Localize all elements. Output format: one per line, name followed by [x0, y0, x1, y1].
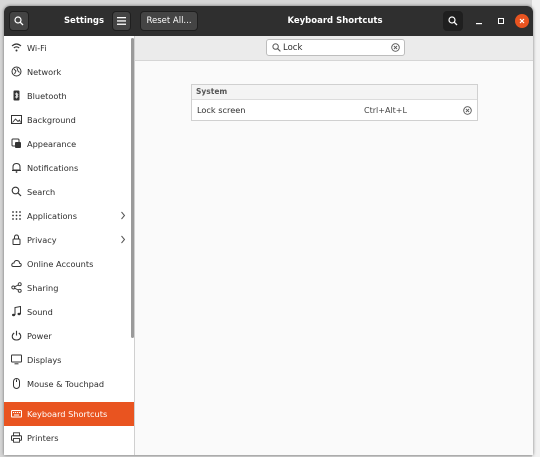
shortcut-search-entry[interactable] — [266, 39, 405, 56]
page-title: Keyboard Shortcuts — [287, 16, 383, 26]
search-icon — [11, 186, 22, 197]
hamburger-menu-icon — [117, 17, 126, 25]
bluetooth-icon — [13, 90, 20, 101]
close-icon — [519, 18, 525, 24]
sidebar-item-label: Mouse & Touchpad — [27, 379, 105, 389]
minimize-icon — [476, 23, 482, 25]
sidebar-item-label: Printers — [27, 433, 59, 443]
keyboard-icon — [11, 410, 22, 418]
search-bar — [135, 36, 533, 61]
chevron-right-icon — [121, 235, 126, 244]
network-icon — [11, 66, 22, 77]
sidebar-scrollbar[interactable] — [131, 38, 134, 338]
sidebar-item-background[interactable]: Background — [4, 108, 134, 132]
sidebar-item-label: Displays — [27, 355, 62, 365]
share-icon — [11, 282, 22, 293]
sidebar-item-displays[interactable]: Displays — [4, 348, 134, 372]
header-bar: Settings Reset All... Keyboard Shortcuts — [4, 6, 533, 36]
shortcut-row-lock-screen[interactable]: Lock screen Ctrl+Alt+L — [192, 100, 477, 121]
sidebar-item-power[interactable]: Power — [4, 324, 134, 348]
sidebar-item-label: Sharing — [27, 283, 59, 293]
sidebar-item-bluetooth[interactable]: Bluetooth — [4, 84, 134, 108]
printer-icon — [11, 432, 22, 443]
reset-all-button[interactable]: Reset All... — [140, 11, 198, 31]
sidebar-item-online-accounts[interactable]: Online Accounts — [4, 252, 134, 276]
bell-icon — [12, 162, 21, 173]
menu-button[interactable] — [112, 11, 131, 31]
sidebar-item-network[interactable]: Network — [4, 60, 134, 84]
display-icon — [11, 354, 22, 365]
sidebar-item-label: Bluetooth — [27, 91, 67, 101]
sidebar-item-mouse-touchpad[interactable]: Mouse & Touchpad — [4, 372, 134, 396]
cloud-icon — [11, 259, 22, 267]
sidebar-item-label: Power — [27, 331, 52, 341]
search-icon — [14, 16, 24, 26]
background-window-edge — [532, 0, 540, 457]
music-note-icon — [12, 306, 21, 317]
wifi-icon — [11, 43, 22, 52]
search-icon — [272, 43, 281, 52]
sidebar-item-label: Notifications — [27, 163, 79, 173]
sidebar: Wi-Fi Network Bluetooth Background Appea… — [4, 36, 135, 455]
clear-search-icon[interactable] — [391, 43, 400, 52]
power-icon — [11, 330, 22, 341]
appearance-icon — [11, 138, 21, 148]
shortcut-name: Lock screen — [197, 105, 246, 115]
sidebar-item-search[interactable]: Search — [4, 180, 134, 204]
sidebar-item-label: Search — [27, 187, 56, 197]
shortcut-search-button[interactable] — [443, 11, 463, 31]
shortcut-accelerator: Ctrl+Alt+L — [364, 106, 407, 115]
background-icon — [11, 115, 22, 124]
sidebar-item-notifications[interactable]: Notifications — [4, 156, 134, 180]
search-icon — [448, 16, 458, 26]
sidebar-item-privacy[interactable]: Privacy — [4, 228, 134, 252]
sidebar-item-label: Appearance — [27, 139, 77, 149]
sidebar-item-sound[interactable]: Sound — [4, 300, 134, 324]
settings-window: Settings Reset All... Keyboard Shortcuts… — [4, 6, 533, 455]
sidebar-item-label: Online Accounts — [27, 259, 94, 269]
sidebar-item-label: Keyboard Shortcuts — [27, 409, 108, 419]
lock-icon — [12, 234, 21, 245]
maximize-icon — [498, 18, 504, 24]
sidebar-item-label: Network — [27, 67, 62, 77]
sidebar-search-button[interactable] — [9, 11, 29, 31]
sidebar-item-wifi[interactable]: Wi-Fi — [4, 36, 134, 60]
sidebar-item-label: Applications — [27, 211, 78, 221]
reset-shortcut-icon[interactable] — [463, 106, 472, 115]
apps-grid-icon — [12, 211, 21, 220]
minimize-button[interactable] — [472, 14, 486, 28]
sidebar-item-appearance[interactable]: Appearance — [4, 132, 134, 156]
main-content: System Lock screen Ctrl+Alt+L — [135, 36, 533, 455]
sidebar-item-keyboard-shortcuts[interactable]: Keyboard Shortcuts — [4, 402, 134, 426]
maximize-button[interactable] — [494, 14, 508, 28]
mouse-icon — [13, 378, 20, 389]
shortcut-group-system: System Lock screen Ctrl+Alt+L — [191, 84, 478, 121]
sidebar-item-label: Background — [27, 115, 76, 125]
group-title: System — [196, 87, 228, 96]
group-header: System — [192, 85, 477, 100]
sidebar-item-sharing[interactable]: Sharing — [4, 276, 134, 300]
sidebar-item-label: Privacy — [27, 235, 57, 245]
search-input[interactable] — [283, 41, 383, 54]
sidebar-item-label: Wi-Fi — [27, 43, 47, 53]
sidebar-item-printers[interactable]: Printers — [4, 426, 134, 450]
sidebar-item-label: Sound — [27, 307, 53, 317]
chevron-right-icon — [121, 211, 126, 220]
close-button[interactable] — [515, 14, 529, 28]
sidebar-item-applications[interactable]: Applications — [4, 204, 134, 228]
